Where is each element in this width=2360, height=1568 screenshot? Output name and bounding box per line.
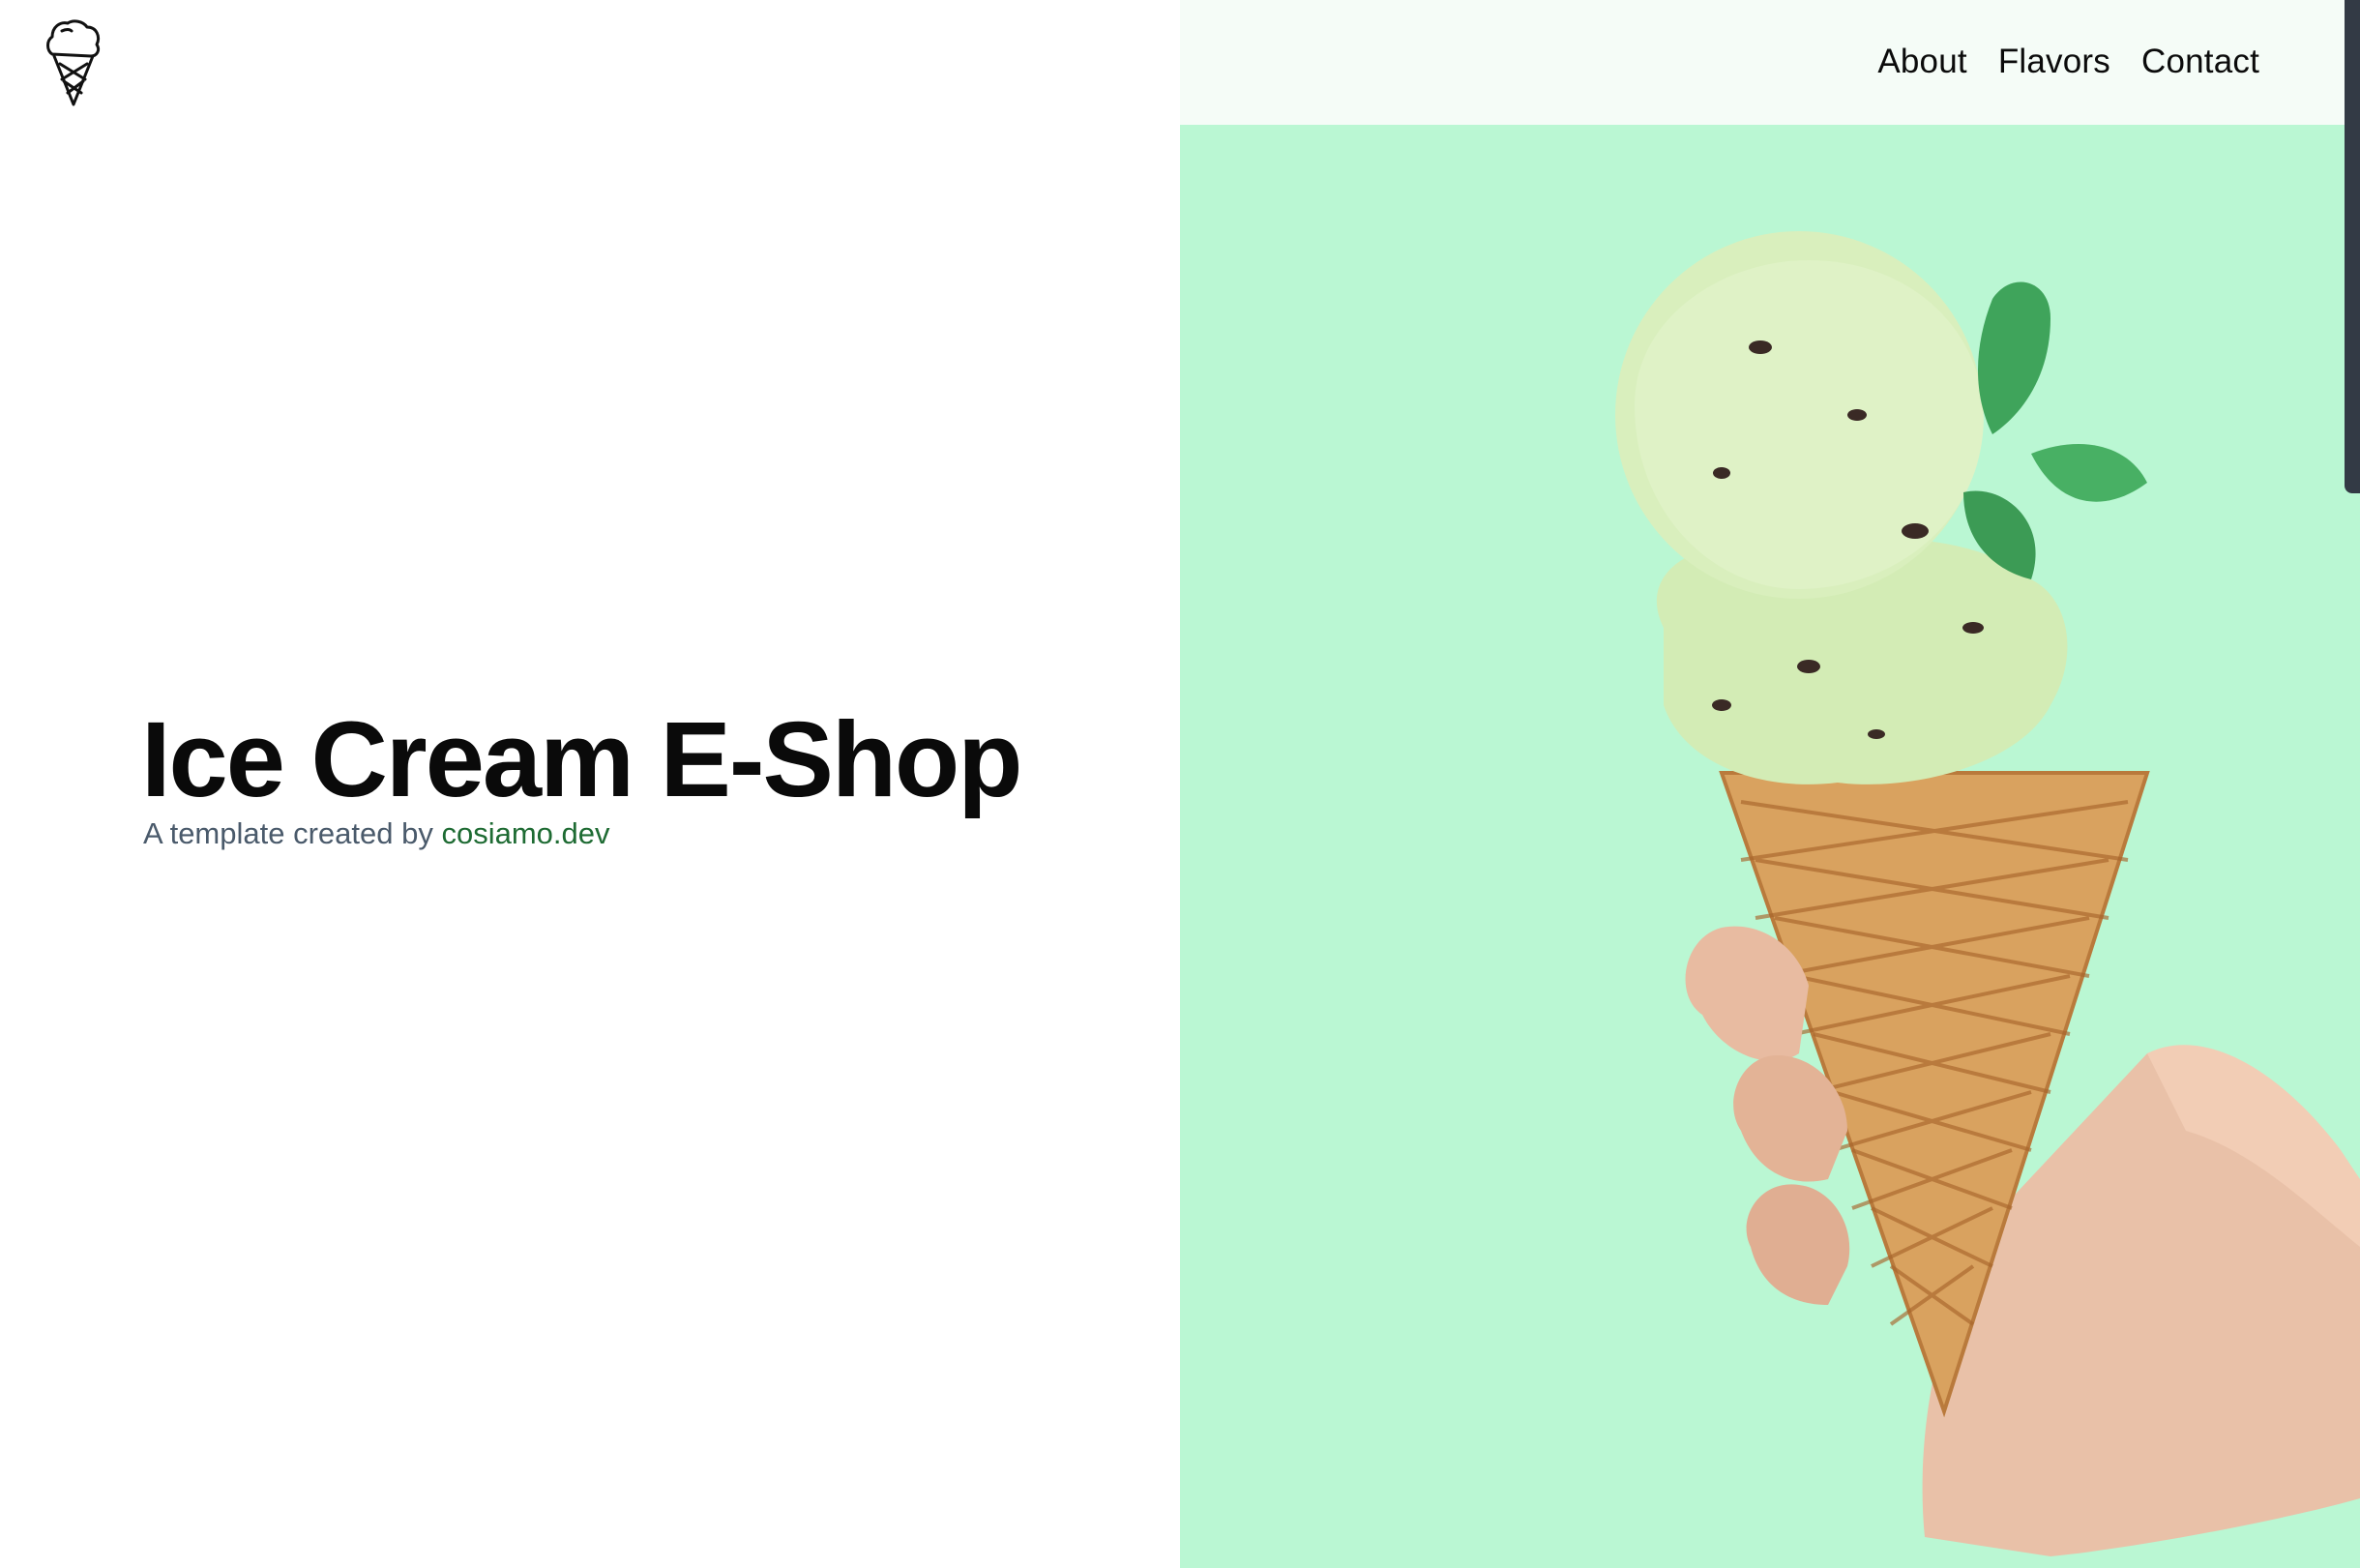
main-nav: About Flavors Contact <box>1877 43 2259 81</box>
hero-subtitle: A template created by cosiamo.dev <box>143 816 610 851</box>
scrollbar-thumb[interactable] <box>2345 0 2360 493</box>
ice-cream-cone-in-hand-image <box>1615 231 2360 1556</box>
nav-flavors-link[interactable]: Flavors <box>1998 43 2110 81</box>
hero-title: Ice Cream E-Shop <box>141 700 1022 819</box>
creator-link[interactable]: cosiamo.dev <box>441 816 609 850</box>
page: About Flavors Contact Ice Cream E-Shop A… <box>0 0 2360 1568</box>
nav-about-link[interactable]: About <box>1877 43 1966 81</box>
hero-subtitle-text: A template created by <box>143 816 442 850</box>
nav-contact-link[interactable]: Contact <box>2141 43 2259 81</box>
ice-cream-cone-icon[interactable] <box>44 17 103 108</box>
